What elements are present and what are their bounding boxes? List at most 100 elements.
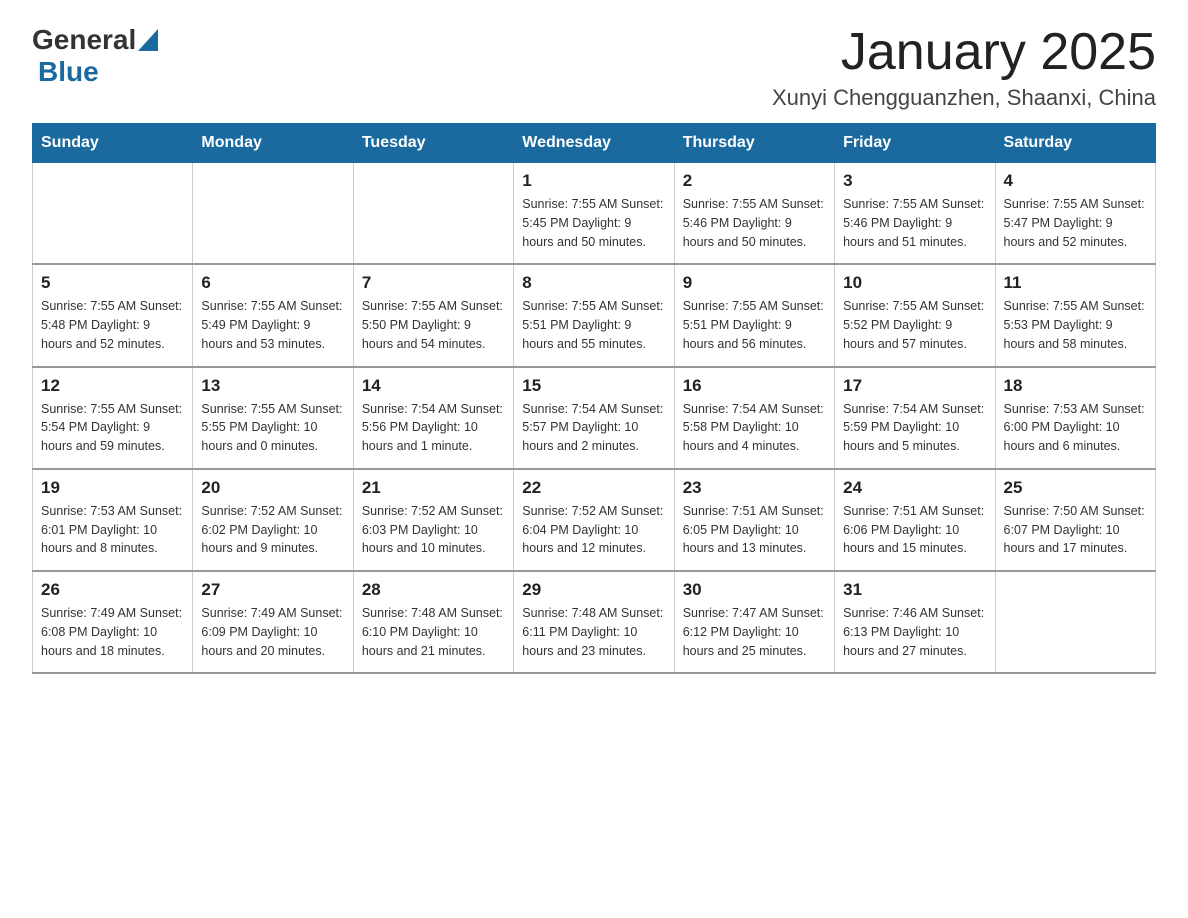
day-info: Sunrise: 7:54 AM Sunset: 5:58 PM Dayligh…: [683, 400, 826, 456]
day-number: 9: [683, 273, 826, 293]
day-number: 2: [683, 171, 826, 191]
calendar-cell: 18Sunrise: 7:53 AM Sunset: 6:00 PM Dayli…: [995, 367, 1155, 469]
calendar-cell: 25 Sunrise: 7:50 AM Sunset: 6:07 PM Dayli…: [995, 469, 1155, 571]
calendar-cell: 9Sunrise: 7:55 AM Sunset: 5:51 PM Daylig…: [674, 264, 834, 366]
day-number: 1: [522, 171, 665, 191]
weekday-header-friday: Friday: [835, 124, 995, 163]
day-number: 31: [843, 580, 986, 600]
calendar-cell: 29 Sunrise: 7:48 AM Sunset: 6:11 PM Dayli…: [514, 571, 674, 673]
weekday-header-saturday: Saturday: [995, 124, 1155, 163]
day-number: 10: [843, 273, 986, 293]
calendar-cell: 14 Sunrise: 7:54 AM Sunset: 5:56 PM Dayli…: [353, 367, 513, 469]
calendar-cell: 22 Sunrise: 7:52 AM Sunset: 6:04 PM Dayli…: [514, 469, 674, 571]
day-info: Sunrise: 7:55 AM Sunset: 5:49 PM Dayligh…: [201, 297, 344, 353]
calendar-cell: 21Sunrise: 7:52 AM Sunset: 6:03 PM Dayli…: [353, 469, 513, 571]
day-number: 23: [683, 478, 826, 498]
calendar-cell: 26 Sunrise: 7:49 AM Sunset: 6:08 PM Dayli…: [33, 571, 193, 673]
day-number: 22: [522, 478, 665, 498]
day-number: 24: [843, 478, 986, 498]
day-info: Sunrise: 7:55 AM Sunset: 5:55 PM Dayligh…: [201, 400, 344, 456]
calendar-header-row: SundayMondayTuesdayWednesdayThursdayFrid…: [33, 124, 1156, 163]
day-info: Sunrise: 7:55 AM Sunset: 5:46 PM Dayligh…: [683, 195, 826, 251]
weekday-header-sunday: Sunday: [33, 124, 193, 163]
logo-blue-text: Blue: [38, 56, 99, 88]
calendar-cell: 16Sunrise: 7:54 AM Sunset: 5:58 PM Dayli…: [674, 367, 834, 469]
day-info: Sunrise: 7:47 AM Sunset: 6:12 PM Dayligh…: [683, 604, 826, 660]
day-info: Sunrise: 7:52 AM Sunset: 6:04 PM Dayligh…: [522, 502, 665, 558]
day-number: 17: [843, 376, 986, 396]
logo-triangle-icon: [138, 29, 158, 51]
calendar-cell: 31 Sunrise: 7:46 AM Sunset: 6:13 PM Dayli…: [835, 571, 995, 673]
calendar-cell: 24 Sunrise: 7:51 AM Sunset: 6:06 PM Dayli…: [835, 469, 995, 571]
day-number: 8: [522, 273, 665, 293]
day-info: Sunrise: 7:55 AM Sunset: 5:46 PM Dayligh…: [843, 195, 986, 251]
calendar-cell: 10 Sunrise: 7:55 AM Sunset: 5:52 PM Dayli…: [835, 264, 995, 366]
weekday-header-thursday: Thursday: [674, 124, 834, 163]
calendar-cell: 23 Sunrise: 7:51 AM Sunset: 6:05 PM Dayli…: [674, 469, 834, 571]
logo: General Blue: [32, 24, 158, 88]
day-info: Sunrise: 7:54 AM Sunset: 5:56 PM Dayligh…: [362, 400, 505, 456]
day-number: 28: [362, 580, 505, 600]
day-number: 3: [843, 171, 986, 191]
day-info: Sunrise: 7:54 AM Sunset: 5:59 PM Dayligh…: [843, 400, 986, 456]
calendar-week-row: 1Sunrise: 7:55 AM Sunset: 5:45 PM Daylig…: [33, 163, 1156, 265]
calendar-cell: 4 Sunrise: 7:55 AM Sunset: 5:47 PM Daylig…: [995, 163, 1155, 265]
calendar-cell: 6Sunrise: 7:55 AM Sunset: 5:49 PM Daylig…: [193, 264, 353, 366]
main-title: January 2025: [772, 24, 1156, 81]
day-number: 20: [201, 478, 344, 498]
weekday-header-wednesday: Wednesday: [514, 124, 674, 163]
day-info: Sunrise: 7:51 AM Sunset: 6:06 PM Dayligh…: [843, 502, 986, 558]
weekday-header-tuesday: Tuesday: [353, 124, 513, 163]
calendar-week-row: 19Sunrise: 7:53 AM Sunset: 6:01 PM Dayli…: [33, 469, 1156, 571]
day-number: 12: [41, 376, 184, 396]
calendar-cell: 12 Sunrise: 7:55 AM Sunset: 5:54 PM Dayli…: [33, 367, 193, 469]
day-info: Sunrise: 7:53 AM Sunset: 6:00 PM Dayligh…: [1004, 400, 1147, 456]
day-number: 21: [362, 478, 505, 498]
day-number: 26: [41, 580, 184, 600]
calendar-cell: [33, 163, 193, 265]
calendar-cell: 13 Sunrise: 7:55 AM Sunset: 5:55 PM Dayli…: [193, 367, 353, 469]
day-number: 4: [1004, 171, 1147, 191]
day-number: 29: [522, 580, 665, 600]
logo-general-text: General: [32, 24, 136, 56]
day-info: Sunrise: 7:46 AM Sunset: 6:13 PM Dayligh…: [843, 604, 986, 660]
day-info: Sunrise: 7:49 AM Sunset: 6:09 PM Dayligh…: [201, 604, 344, 660]
day-number: 25: [1004, 478, 1147, 498]
day-info: Sunrise: 7:55 AM Sunset: 5:51 PM Dayligh…: [522, 297, 665, 353]
calendar-week-row: 5 Sunrise: 7:55 AM Sunset: 5:48 PM Daylig…: [33, 264, 1156, 366]
calendar-cell: 20Sunrise: 7:52 AM Sunset: 6:02 PM Dayli…: [193, 469, 353, 571]
calendar-cell: 5 Sunrise: 7:55 AM Sunset: 5:48 PM Daylig…: [33, 264, 193, 366]
calendar-cell: 2 Sunrise: 7:55 AM Sunset: 5:46 PM Daylig…: [674, 163, 834, 265]
calendar-cell: 7Sunrise: 7:55 AM Sunset: 5:50 PM Daylig…: [353, 264, 513, 366]
calendar-cell: 11Sunrise: 7:55 AM Sunset: 5:53 PM Dayli…: [995, 264, 1155, 366]
day-info: Sunrise: 7:49 AM Sunset: 6:08 PM Dayligh…: [41, 604, 184, 660]
weekday-header-monday: Monday: [193, 124, 353, 163]
calendar-cell: 17 Sunrise: 7:54 AM Sunset: 5:59 PM Dayli…: [835, 367, 995, 469]
day-info: Sunrise: 7:48 AM Sunset: 6:11 PM Dayligh…: [522, 604, 665, 660]
day-info: Sunrise: 7:54 AM Sunset: 5:57 PM Dayligh…: [522, 400, 665, 456]
day-info: Sunrise: 7:48 AM Sunset: 6:10 PM Dayligh…: [362, 604, 505, 660]
day-info: Sunrise: 7:55 AM Sunset: 5:52 PM Dayligh…: [843, 297, 986, 353]
day-info: Sunrise: 7:55 AM Sunset: 5:54 PM Dayligh…: [41, 400, 184, 456]
day-number: 13: [201, 376, 344, 396]
calendar-table: SundayMondayTuesdayWednesdayThursdayFrid…: [32, 123, 1156, 674]
calendar-cell: [353, 163, 513, 265]
calendar-cell: [193, 163, 353, 265]
day-number: 30: [683, 580, 826, 600]
calendar-cell: 3 Sunrise: 7:55 AM Sunset: 5:46 PM Daylig…: [835, 163, 995, 265]
day-info: Sunrise: 7:50 AM Sunset: 6:07 PM Dayligh…: [1004, 502, 1147, 558]
day-info: Sunrise: 7:55 AM Sunset: 5:53 PM Dayligh…: [1004, 297, 1147, 353]
day-info: Sunrise: 7:51 AM Sunset: 6:05 PM Dayligh…: [683, 502, 826, 558]
calendar-cell: [995, 571, 1155, 673]
day-number: 7: [362, 273, 505, 293]
day-info: Sunrise: 7:55 AM Sunset: 5:48 PM Dayligh…: [41, 297, 184, 353]
calendar-cell: 19Sunrise: 7:53 AM Sunset: 6:01 PM Dayli…: [33, 469, 193, 571]
calendar-cell: 8 Sunrise: 7:55 AM Sunset: 5:51 PM Daylig…: [514, 264, 674, 366]
day-number: 14: [362, 376, 505, 396]
day-info: Sunrise: 7:53 AM Sunset: 6:01 PM Dayligh…: [41, 502, 184, 558]
day-info: Sunrise: 7:55 AM Sunset: 5:47 PM Dayligh…: [1004, 195, 1147, 251]
day-number: 5: [41, 273, 184, 293]
page-header: General Blue January 2025 Xunyi Chenggua…: [32, 24, 1156, 111]
calendar-week-row: 26 Sunrise: 7:49 AM Sunset: 6:08 PM Dayli…: [33, 571, 1156, 673]
calendar-week-row: 12 Sunrise: 7:55 AM Sunset: 5:54 PM Dayli…: [33, 367, 1156, 469]
